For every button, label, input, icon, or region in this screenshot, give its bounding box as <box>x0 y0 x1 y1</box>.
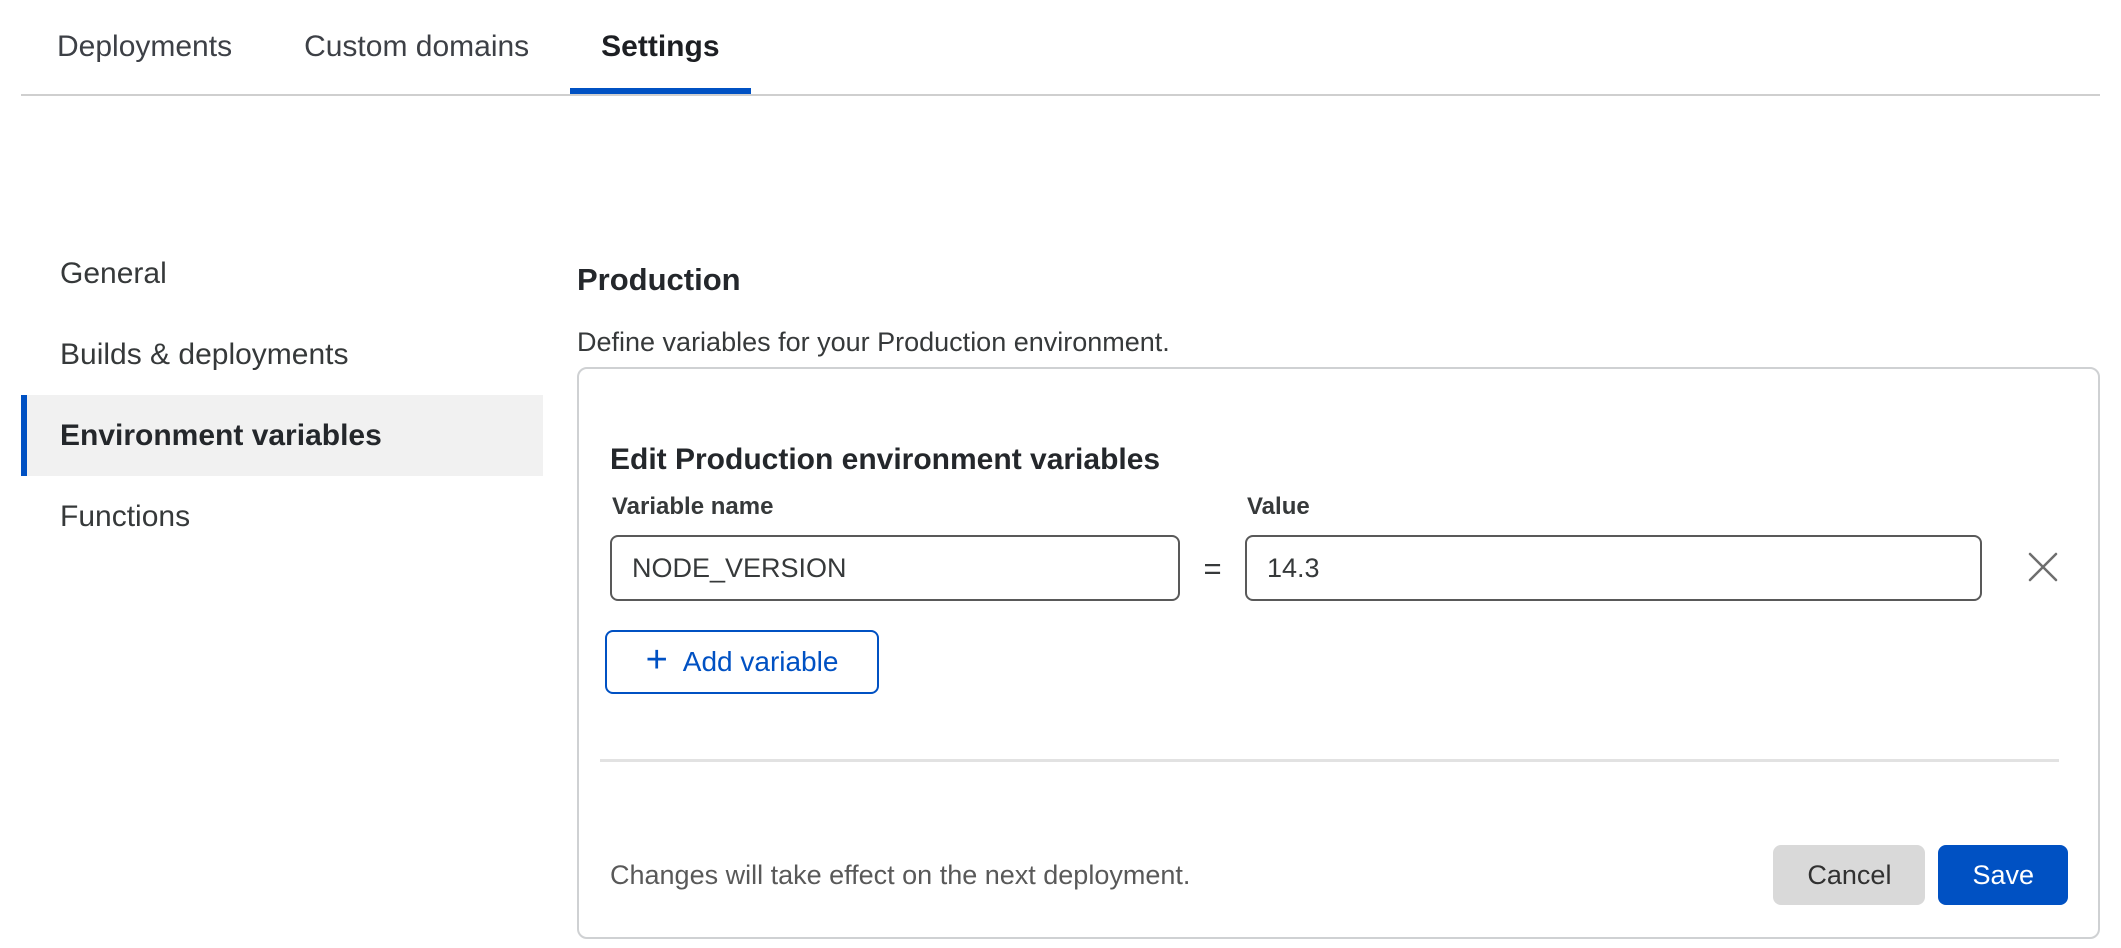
tab-settings[interactable]: Settings <box>570 0 750 94</box>
sidebar-item-environment-variables[interactable]: Environment variables <box>21 395 543 476</box>
sidebar-item-general[interactable]: General <box>21 233 543 314</box>
tab-custom-domains[interactable]: Custom domains <box>273 0 560 94</box>
variable-row: Variable name = Value <box>610 493 2062 601</box>
cancel-button[interactable]: Cancel <box>1773 845 1925 905</box>
variable-name-input[interactable] <box>610 535 1180 601</box>
section-description: Define variables for your Production env… <box>577 327 1170 358</box>
environment-variables-card: Edit Production environment variables Va… <box>577 367 2100 939</box>
value-label: Value <box>1247 493 1982 521</box>
card-footer: Changes will take effect on the next dep… <box>610 845 2068 905</box>
tab-deployments[interactable]: Deployments <box>26 0 263 94</box>
footer-note: Changes will take effect on the next dep… <box>610 860 1773 891</box>
variable-name-field: Variable name <box>610 493 1180 601</box>
add-variable-button[interactable]: + Add variable <box>605 630 879 694</box>
tab-bar: Deployments Custom domains Settings <box>21 0 2100 96</box>
card-divider <box>600 759 2059 762</box>
variable-value-field: Value <box>1245 493 1982 601</box>
close-icon <box>2024 548 2062 586</box>
save-button[interactable]: Save <box>1938 845 2068 905</box>
settings-page: Deployments Custom domains Settings Gene… <box>0 0 2121 948</box>
variable-name-label: Variable name <box>612 493 1180 521</box>
card-title: Edit Production environment variables <box>610 443 1160 477</box>
equals-sign: = <box>1180 537 1245 601</box>
add-variable-label: Add variable <box>683 646 839 678</box>
section-title: Production <box>577 262 741 298</box>
remove-variable-button[interactable] <box>2024 548 2062 586</box>
sidebar-item-functions[interactable]: Functions <box>21 476 543 557</box>
sidebar-item-builds-deployments[interactable]: Builds & deployments <box>21 314 543 395</box>
settings-sidebar: General Builds & deployments Environment… <box>21 233 543 557</box>
variable-value-input[interactable] <box>1245 535 1982 601</box>
plus-icon: + <box>646 641 668 679</box>
